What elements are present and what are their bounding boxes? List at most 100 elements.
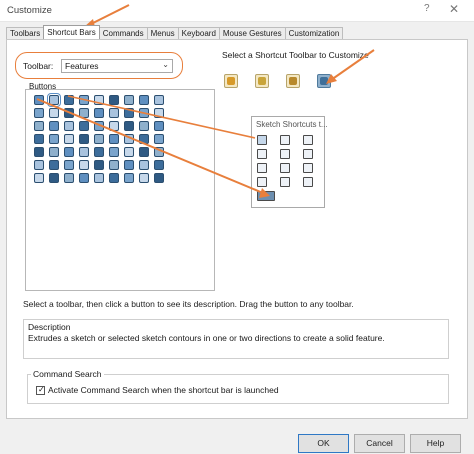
cancel-button[interactable]: Cancel (354, 434, 405, 453)
sketch-shortcut-button[interactable] (317, 74, 331, 88)
feature-tool-icon[interactable] (154, 173, 164, 183)
feature-tool-icon[interactable] (109, 134, 119, 144)
feature-tool-icon[interactable] (79, 173, 89, 183)
sketch-tool-icon[interactable] (280, 135, 290, 145)
feature-tool-icon[interactable] (49, 147, 59, 157)
feature-tool-icon[interactable] (94, 108, 104, 118)
feature-tool-icon[interactable] (124, 108, 134, 118)
sketch-tool-icon[interactable] (303, 177, 313, 187)
feature-tool-icon[interactable] (94, 173, 104, 183)
part-shortcut-button[interactable] (224, 74, 238, 88)
feature-tool-icon[interactable] (34, 173, 44, 183)
toolbar-dropdown-value: Features (65, 61, 99, 71)
feature-tool-icon[interactable] (64, 134, 74, 144)
feature-tool-icon[interactable] (49, 160, 59, 170)
feature-tool-icon[interactable] (124, 147, 134, 157)
sketch-tool-icon[interactable] (257, 149, 267, 159)
feature-tool-icon[interactable] (49, 121, 59, 131)
feature-tool-icon[interactable] (94, 121, 104, 131)
feature-tool-icon[interactable] (109, 108, 119, 118)
feature-tool-icon[interactable] (64, 147, 74, 157)
feature-tool-icon[interactable] (139, 121, 149, 131)
feature-tool-icon[interactable] (47, 93, 61, 107)
feature-tool-icon[interactable] (34, 95, 44, 105)
sketch-tool-icon[interactable] (280, 177, 290, 187)
feature-tool-icon[interactable] (154, 160, 164, 170)
feature-tool-icon[interactable] (94, 95, 104, 105)
sketch-tool-icon[interactable] (257, 191, 275, 201)
sketch-tool-icon[interactable] (303, 149, 313, 159)
feature-tool-icon[interactable] (79, 160, 89, 170)
feature-tool-icon[interactable] (94, 147, 104, 157)
feature-tool-icon[interactable] (154, 108, 164, 118)
feature-tool-icon[interactable] (109, 147, 119, 157)
help-button[interactable]: Help (410, 434, 461, 453)
feature-tool-icon[interactable] (64, 160, 74, 170)
feature-tool-icon[interactable] (139, 147, 149, 157)
tab-commands[interactable]: Commands (98, 27, 148, 39)
toolbar-dropdown[interactable]: Features ⌄ (61, 59, 173, 73)
help-icon[interactable]: ? (424, 3, 430, 14)
feature-tool-icon[interactable] (34, 134, 44, 144)
close-icon[interactable]: ✕ (449, 2, 459, 16)
chevron-down-icon: ⌄ (162, 60, 169, 69)
feature-tool-icon[interactable] (64, 121, 74, 131)
ok-button[interactable]: OK (298, 434, 349, 453)
feature-tool-icon[interactable] (79, 95, 89, 105)
feature-tool-icon[interactable] (109, 160, 119, 170)
feature-tool-icon[interactable] (79, 147, 89, 157)
sketch-tool-icon[interactable] (280, 163, 290, 173)
feature-tool-icon[interactable] (124, 134, 134, 144)
feature-tool-icon[interactable] (79, 134, 89, 144)
assembly-shortcut-button[interactable] (255, 74, 269, 88)
tab-toolbars[interactable]: Toolbars (6, 27, 45, 39)
feature-tool-icon[interactable] (34, 108, 44, 118)
feature-tool-icon[interactable] (139, 160, 149, 170)
feature-tool-icon[interactable] (154, 147, 164, 157)
command-search-checkbox[interactable]: ✓ (36, 385, 45, 395)
feature-tool-icon[interactable] (34, 160, 44, 170)
feature-tool-icon[interactable] (139, 173, 149, 183)
feature-tool-icon[interactable] (124, 95, 134, 105)
feature-tool-icon[interactable] (64, 173, 74, 183)
sketch-tool-icon[interactable] (257, 135, 267, 145)
feature-tool-icon[interactable] (154, 95, 164, 105)
toolbar-label: Toolbar: (23, 61, 54, 71)
tab-keyboard[interactable]: Keyboard (177, 27, 220, 39)
feature-tool-icon[interactable] (79, 121, 89, 131)
part-shortcut-icon (227, 77, 235, 85)
feature-tool-icon[interactable] (49, 108, 59, 118)
sketch-tool-icon[interactable] (280, 149, 290, 159)
tab-menus[interactable]: Menus (146, 27, 179, 39)
feature-tool-icon[interactable] (64, 95, 74, 105)
tab-customization[interactable]: Customization (284, 27, 344, 39)
feature-tool-icon[interactable] (154, 121, 164, 131)
feature-tool-icon[interactable] (34, 147, 44, 157)
tab-shortcut-bars[interactable]: Shortcut Bars (43, 25, 100, 39)
tab-mouse-gestures[interactable]: Mouse Gestures (218, 27, 286, 39)
assembly-shortcut-icon (258, 77, 266, 85)
sketch-tool-icon[interactable] (303, 163, 313, 173)
feature-tool-icon[interactable] (124, 173, 134, 183)
feature-tool-icon[interactable] (139, 134, 149, 144)
feature-tool-icon[interactable] (154, 134, 164, 144)
feature-tool-icon[interactable] (94, 134, 104, 144)
feature-tool-icon[interactable] (109, 95, 119, 105)
sketch-tool-icon[interactable] (257, 177, 267, 187)
feature-tool-icon[interactable] (34, 121, 44, 131)
feature-tool-icon[interactable] (139, 108, 149, 118)
feature-tool-icon[interactable] (109, 173, 119, 183)
feature-tool-icon[interactable] (64, 108, 74, 118)
feature-tool-icon[interactable] (124, 160, 134, 170)
feature-tool-icon[interactable] (49, 173, 59, 183)
drawing-shortcut-button[interactable] (286, 74, 300, 88)
feature-tool-icon[interactable] (139, 95, 149, 105)
feature-tool-icon[interactable] (49, 134, 59, 144)
feature-tool-icon[interactable] (124, 121, 134, 131)
sketch-tool-icon[interactable] (303, 135, 313, 145)
sketch-tool-icon[interactable] (257, 163, 267, 173)
feature-tool-icon[interactable] (109, 121, 119, 131)
window-title: Customize (7, 5, 52, 16)
feature-tool-icon[interactable] (94, 160, 104, 170)
feature-tool-icon[interactable] (79, 108, 89, 118)
